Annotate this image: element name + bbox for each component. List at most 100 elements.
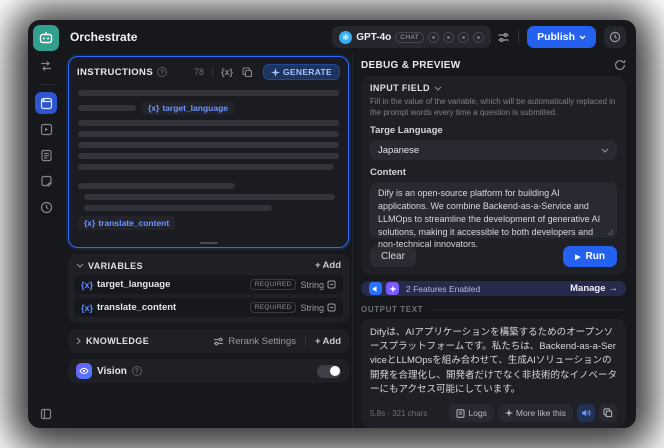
rerank-icon xyxy=(214,337,224,345)
content-value: Dify is an open-source platform for buil… xyxy=(378,188,601,250)
variable-name: translate_content xyxy=(97,302,177,313)
variable-token: {x} xyxy=(81,279,94,290)
redacted-text-line xyxy=(84,205,272,211)
add-variable-button[interactable]: + Add xyxy=(315,260,341,271)
logs-label: Logs xyxy=(468,408,487,418)
type-label: String xyxy=(300,302,324,313)
content-label: Content xyxy=(370,167,406,179)
vision-toggle[interactable] xyxy=(317,364,341,378)
more-like-this-button[interactable]: More like this xyxy=(497,404,573,422)
knowledge-card: KNOWLEDGE Rerank Settings + Add xyxy=(68,329,349,353)
refresh-icon[interactable] xyxy=(614,59,626,71)
model-capability-icon xyxy=(458,31,470,43)
string-type-icon xyxy=(327,303,336,312)
top-bar: Orchestrate ✻ GPT-4o CHAT Publish xyxy=(64,20,636,54)
char-count: 78 xyxy=(193,67,204,77)
eye-icon xyxy=(79,367,89,375)
publish-button[interactable]: Publish xyxy=(527,26,596,48)
redacted-text-line xyxy=(78,142,339,148)
switch-app-icon[interactable] xyxy=(35,55,57,77)
variable-row[interactable]: {x} translate_content REQUIRED String xyxy=(74,298,343,317)
copy-button[interactable] xyxy=(599,404,617,422)
nav-orchestrate-icon[interactable] xyxy=(35,92,57,114)
nav-preview-icon[interactable] xyxy=(35,118,57,140)
features-bar[interactable]: 2 Features Enabled Manage → xyxy=(361,281,626,296)
text-to-speech-button[interactable] xyxy=(577,404,595,422)
variables-title: VARIABLES xyxy=(88,260,143,271)
sparkle-icon xyxy=(271,67,280,77)
variable-chip[interactable]: {x} translate_content xyxy=(78,216,176,230)
chevron-down-icon[interactable] xyxy=(434,86,442,91)
play-icon: ▶ xyxy=(575,253,581,261)
generate-button[interactable]: GENERATE xyxy=(263,64,340,80)
variable-row[interactable]: {x} target_language REQUIRED String xyxy=(74,275,343,294)
rerank-label: Rerank Settings xyxy=(228,335,296,347)
speaker-icon xyxy=(582,409,591,417)
model-selector[interactable]: ✻ GPT-4o CHAT xyxy=(332,26,492,48)
debug-panel: DEBUG & PREVIEW INPUT FIELD Fill in the … xyxy=(352,54,636,428)
copy-icon xyxy=(603,408,613,418)
topbar-divider xyxy=(518,30,520,44)
chevron-right-icon[interactable] xyxy=(76,337,81,345)
output-card: Difyは、AIアプリケーションを構築するためのオープンソースプラットフォームで… xyxy=(361,318,626,428)
instructions-title: INSTRUCTIONS xyxy=(77,66,154,78)
app-window: Orchestrate ✻ GPT-4o CHAT Publish INSTRU… xyxy=(28,20,636,428)
plus-icon: + xyxy=(314,260,321,271)
chevron-down-icon[interactable] xyxy=(76,263,84,268)
info-icon: ? xyxy=(131,366,142,376)
type-selector[interactable]: String xyxy=(300,280,336,290)
model-mode-badge: CHAT xyxy=(395,31,425,43)
history-button[interactable] xyxy=(604,26,626,48)
features-count: 2 Features Enabled xyxy=(406,283,481,294)
insert-variable-button[interactable]: {x} xyxy=(221,67,233,77)
model-capability-icon xyxy=(428,31,440,43)
model-name: GPT-4o xyxy=(356,31,392,43)
input-field-card: INPUT FIELD Fill in the value of the var… xyxy=(361,76,626,276)
type-selector[interactable]: String xyxy=(300,303,336,313)
add-knowledge-button[interactable]: + Add xyxy=(315,336,341,347)
resize-grip-icon[interactable] xyxy=(607,229,614,236)
variable-name: target_language xyxy=(162,103,228,113)
debug-title: DEBUG & PREVIEW xyxy=(361,59,461,71)
output-text: Difyは、AIアプリケーションを構築するためのオープンソースプラットフォームで… xyxy=(370,326,618,395)
variable-token: {x} xyxy=(84,218,96,228)
copy-icon[interactable] xyxy=(242,66,253,78)
run-button[interactable]: ▶ Run xyxy=(563,246,617,268)
content-textarea[interactable]: Dify is an open-source platform for buil… xyxy=(370,182,617,249)
manage-label: Manage xyxy=(570,283,606,295)
input-field-description: Fill in the value of the variable, which… xyxy=(370,97,616,118)
nav-monitoring-icon[interactable] xyxy=(35,196,57,218)
target-language-select[interactable]: Japanese xyxy=(370,140,617,161)
chevron-down-icon xyxy=(579,35,586,39)
model-capability-icon xyxy=(473,31,485,43)
nav-logs-icon[interactable] xyxy=(35,144,57,166)
required-badge: REQUIRED xyxy=(249,302,297,313)
output-text-title: OUTPUT TEXT xyxy=(361,304,424,314)
logs-button[interactable]: Logs xyxy=(449,404,494,422)
arrow-right-icon: → xyxy=(608,283,619,295)
collapse-panel-icon[interactable] xyxy=(28,408,64,420)
app-logo[interactable] xyxy=(33,25,59,51)
run-label: Run xyxy=(585,251,605,263)
page-title: Orchestrate xyxy=(70,30,138,44)
nav-annotation-icon[interactable] xyxy=(35,170,57,192)
feature-opener-icon xyxy=(386,282,399,296)
redacted-text-line xyxy=(84,194,335,200)
sidebar-divider xyxy=(38,84,54,85)
instructions-panel[interactable]: INSTRUCTIONS ? 78 {x} GENERATE {x} targe… xyxy=(68,56,349,248)
model-params-icon[interactable] xyxy=(497,31,510,44)
vision-title: Vision xyxy=(97,365,127,377)
logs-icon xyxy=(456,408,465,418)
redacted-text-line xyxy=(78,105,136,111)
type-label: String xyxy=(300,279,324,290)
manage-features-button[interactable]: Manage → xyxy=(570,283,618,294)
feature-tts-icon xyxy=(369,282,382,296)
prompt-editor[interactable]: {x} target_language {x} translate_conten… xyxy=(69,84,348,247)
model-capability-icon xyxy=(443,31,455,43)
variable-chip[interactable]: {x} target_language xyxy=(142,101,234,115)
resize-handle[interactable] xyxy=(199,242,218,244)
variable-token: {x} xyxy=(148,103,160,113)
rerank-settings-button[interactable]: Rerank Settings xyxy=(213,336,296,347)
section-rule xyxy=(430,308,626,310)
chevron-down-icon xyxy=(601,148,609,153)
